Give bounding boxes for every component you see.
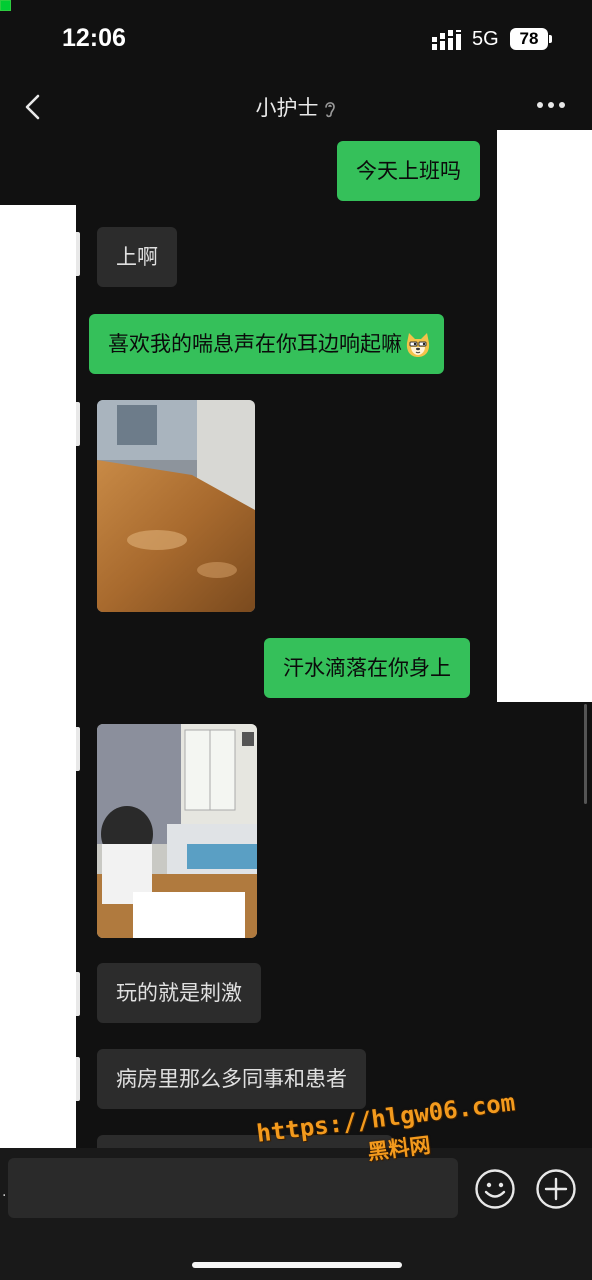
chat-photo-ward[interactable]: [97, 724, 257, 938]
more-horizontal-icon[interactable]: [536, 100, 566, 110]
battery-tip: [549, 35, 552, 43]
message-bubble-incoming[interactable]: 病房里那么多同事和患者: [97, 1049, 366, 1109]
message-text: 上啊: [116, 245, 158, 269]
divider: [0, 133, 22, 136]
message-text: 病房里那么多同事和患者: [116, 1067, 347, 1091]
avatar[interactable]: [76, 972, 80, 1016]
chat-photo-table[interactable]: [97, 400, 255, 612]
chat-title: 小护士: [255, 96, 319, 120]
battery-indicator: 78: [510, 28, 548, 50]
plus-circle-icon[interactable]: [535, 1168, 577, 1210]
redaction-block-left: [0, 205, 76, 1165]
avatar[interactable]: [76, 727, 80, 771]
clock-time: 12:06: [62, 24, 126, 52]
scrollbar[interactable]: [584, 704, 587, 804]
message-bubble-incoming[interactable]: 上啊: [97, 227, 177, 287]
message-bubble-outgoing[interactable]: 今天上班吗: [337, 141, 480, 201]
message-bubble-outgoing[interactable]: 喜欢我的喘息声在你耳边响起嘛: [89, 314, 444, 374]
message-bubble-incoming[interactable]: 玩的就是刺激: [97, 963, 261, 1023]
ear-icon: [324, 102, 335, 118]
cursor-dot: ·: [2, 1188, 7, 1204]
photo-image: [97, 400, 255, 612]
message-text: 喜欢我的喘息声在你耳边响起嘛: [108, 332, 402, 356]
message-text: 汗水滴落在你身上: [283, 656, 451, 680]
network-type: 5G: [472, 28, 499, 50]
chat-title-wrapper: 小护士: [0, 92, 592, 122]
message-text: 玩的就是刺激: [116, 981, 242, 1005]
smiley-icon[interactable]: [474, 1168, 516, 1210]
status-bar: 12:06 5G 78: [0, 0, 592, 80]
message-input[interactable]: [8, 1158, 458, 1218]
redaction-block-right: [497, 130, 592, 702]
avatar[interactable]: [76, 232, 80, 276]
signal-strength-icon: [432, 30, 461, 50]
message-bubble-outgoing[interactable]: 汗水滴落在你身上: [264, 638, 470, 698]
screen-recording-indicator: [0, 0, 11, 11]
avatar[interactable]: [76, 402, 80, 446]
message-text: 今天上班吗: [356, 159, 461, 183]
dog-face-emoji-icon: [406, 333, 430, 357]
avatar[interactable]: [76, 1057, 80, 1101]
redaction-block: [133, 892, 245, 938]
home-indicator[interactable]: [192, 1262, 402, 1268]
